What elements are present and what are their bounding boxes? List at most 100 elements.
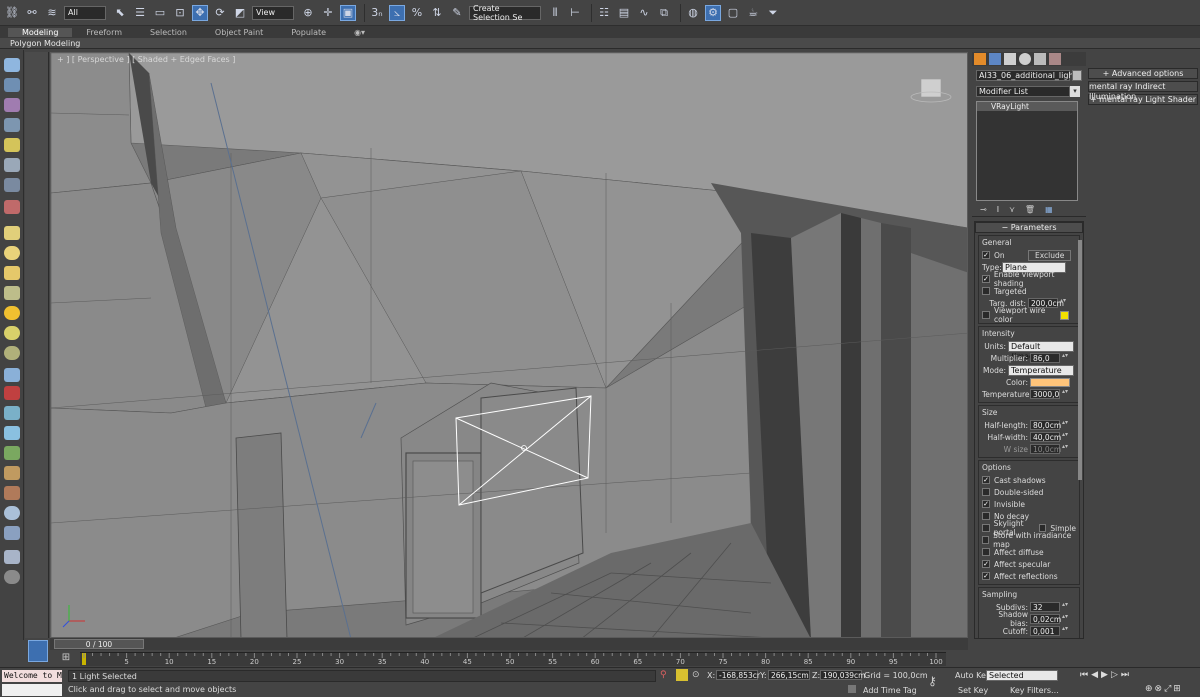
link-icon[interactable]: ⛓	[4, 5, 20, 21]
modify-tab-icon[interactable]	[989, 53, 1001, 65]
unlink-icon[interactable]: ⚯	[24, 5, 40, 21]
exclude-button[interactable]: Exclude	[1028, 249, 1072, 261]
sky-icon[interactable]	[4, 326, 20, 340]
affect-diffuse-checkbox[interactable]	[982, 548, 990, 556]
teapot-light-icon[interactable]	[4, 286, 20, 300]
particles-icon[interactable]	[4, 368, 20, 382]
window-crossing-icon[interactable]: ⊡	[172, 5, 188, 21]
named-selection-sets-dropdown[interactable]: Create Selection Se	[469, 4, 541, 22]
grid-icon[interactable]	[4, 118, 20, 132]
make-unique-icon[interactable]: ⋎	[1009, 205, 1015, 214]
mr-light-shader-rollout[interactable]: + mental ray Light Shader	[1088, 94, 1198, 105]
rect-selection-icon[interactable]: ▭	[152, 5, 168, 21]
on-checkbox[interactable]: ✓	[982, 251, 990, 259]
spinner-icon[interactable]: ▴▾	[1062, 614, 1068, 624]
shadow-bias-input[interactable]: 0,02cm	[1030, 614, 1061, 624]
cube-icon[interactable]	[4, 78, 20, 92]
targeted-checkbox[interactable]	[982, 287, 990, 295]
rotate-icon[interactable]: ⟳	[212, 5, 228, 21]
material-editor-icon[interactable]: ◍	[685, 5, 701, 21]
light-bulb-icon[interactable]	[4, 138, 20, 152]
invisible-checkbox[interactable]: ✓	[982, 500, 990, 508]
units-select[interactable]: Default (image)	[1008, 340, 1074, 361]
modifier-stack[interactable]: VRayLight	[976, 101, 1078, 201]
light-color-swatch[interactable]	[1030, 377, 1070, 387]
sphere-icon[interactable]	[4, 158, 20, 172]
spinner-icon[interactable]: ▴▾	[1062, 420, 1068, 430]
viewport-nav-controls[interactable]: ⊕⊗⤢⊞	[1145, 684, 1183, 694]
temperature-input[interactable]: 3000,0	[1030, 389, 1060, 399]
dome-icon[interactable]	[4, 246, 20, 260]
cast-shadows-checkbox[interactable]: ✓	[982, 476, 990, 484]
layer-manager-icon[interactable]: ☷	[596, 5, 612, 21]
hierarchy-tab-icon[interactable]	[1004, 53, 1016, 65]
wire-color-swatch[interactable]	[1060, 310, 1069, 320]
enable-viewport-shading-checkbox[interactable]: ✓	[982, 275, 990, 283]
remove-modifier-icon[interactable]: 🗑	[1025, 205, 1035, 214]
tab-object-paint[interactable]: Object Paint	[201, 28, 277, 37]
perspective-viewport[interactable]: + ] [ Perspective ] [ Shaded + Edged Fac…	[50, 52, 968, 638]
affect-specular-checkbox[interactable]: ✓	[982, 560, 990, 568]
selection-lock-icon[interactable]	[676, 669, 688, 681]
rendered-frame-window-icon[interactable]: ▢	[725, 5, 741, 21]
cutoff-input[interactable]: 0,001	[1030, 626, 1060, 636]
playback-controls[interactable]: ⏮◀▶▷⏭	[1080, 670, 1132, 680]
settings-icon[interactable]	[4, 550, 20, 564]
multiplier-input[interactable]: 86,0	[1030, 353, 1060, 363]
camera-icon[interactable]	[4, 526, 20, 540]
isolate-icon[interactable]: ⚲	[660, 670, 667, 680]
curve-editor-icon[interactable]: ∿	[636, 5, 652, 21]
time-slider-thumb[interactable]: 0 / 100	[54, 639, 144, 649]
panel-scrollbar[interactable]	[1078, 240, 1082, 480]
mirror-icon[interactable]: ⫴	[547, 5, 563, 21]
spinner-snap-icon[interactable]: ⇅	[429, 5, 445, 21]
teapot-icon[interactable]	[4, 58, 20, 72]
display-tab-icon[interactable]	[1034, 53, 1046, 65]
paint-icon[interactable]	[4, 486, 20, 500]
select-manipulate-icon[interactable]: ✛	[320, 5, 336, 21]
ribbon-options-icon[interactable]: ◉▾	[340, 28, 379, 37]
schematic-view-icon[interactable]: ⧉	[656, 5, 672, 21]
advanced-options-rollout[interactable]: + Advanced options	[1088, 68, 1198, 79]
mini-curve-editor-button[interactable]	[28, 640, 48, 662]
viewport-label[interactable]: + ] [ Perspective ] [ Shaded + Edged Fac…	[57, 55, 235, 64]
y-coordinate-field[interactable]: 266,15cm	[768, 670, 810, 680]
tab-freeform[interactable]: Freeform	[72, 28, 136, 37]
track-bar[interactable]: 5 10 15 20 25 30 35 40 45 50 55 60 65 70 75 80 85 90 95 100	[80, 652, 946, 666]
box-icon[interactable]	[4, 266, 20, 280]
spinner-icon[interactable]: ▴▾	[1060, 298, 1066, 308]
ribbon-toggle-icon[interactable]: ▤	[616, 5, 632, 21]
angle-snap-icon[interactable]: ⦣	[389, 4, 405, 21]
percent-snap-icon[interactable]: %	[409, 5, 425, 21]
half-length-input[interactable]: 80,0cm	[1030, 420, 1061, 430]
helper-icon[interactable]	[4, 178, 20, 192]
parameters-rollout-title[interactable]: − Parameters	[975, 222, 1083, 233]
no-decay-checkbox[interactable]	[982, 512, 990, 520]
fluid-icon[interactable]	[4, 426, 20, 440]
scale-icon[interactable]: ◩	[232, 5, 248, 21]
double-sided-checkbox[interactable]	[982, 488, 990, 496]
add-time-tag-button[interactable]: Add Time Tag	[863, 686, 917, 695]
tab-modeling[interactable]: Modeling	[8, 27, 73, 37]
show-end-result-icon[interactable]: I	[997, 205, 999, 214]
selection-filter-dropdown[interactable]: All	[64, 5, 106, 20]
store-with-irradiance-checkbox[interactable]	[982, 536, 990, 544]
spinner-icon[interactable]: ▴▾	[1062, 626, 1068, 636]
pin-stack-icon[interactable]: ⊸	[980, 205, 987, 214]
ribbon-subpanel[interactable]: Polygon Modeling	[0, 38, 1200, 49]
stack-icon[interactable]	[4, 98, 20, 112]
render-production-icon[interactable]: ☕	[745, 5, 761, 21]
configure-modifier-sets-icon[interactable]: ▦	[1045, 205, 1053, 214]
set-key-button[interactable]: Set Key	[958, 686, 988, 695]
tab-selection[interactable]: Selection	[136, 28, 201, 37]
subdivs-input[interactable]: 32	[1030, 602, 1060, 612]
time-slider[interactable]: 0 / 100	[50, 638, 968, 650]
maxscript-listener[interactable]: Welcome to M	[2, 670, 62, 682]
skylight-portal-checkbox[interactable]	[982, 524, 990, 532]
key-filters-button[interactable]: Key Filters...	[1010, 686, 1059, 695]
object-name-field[interactable]: AI33_06_additional_light	[976, 70, 1077, 81]
foliage-icon[interactable]	[4, 446, 20, 460]
tab-populate[interactable]: Populate	[277, 28, 340, 37]
select-object-icon[interactable]: ⬉	[112, 5, 128, 21]
align-icon[interactable]: ⊢	[567, 5, 583, 21]
